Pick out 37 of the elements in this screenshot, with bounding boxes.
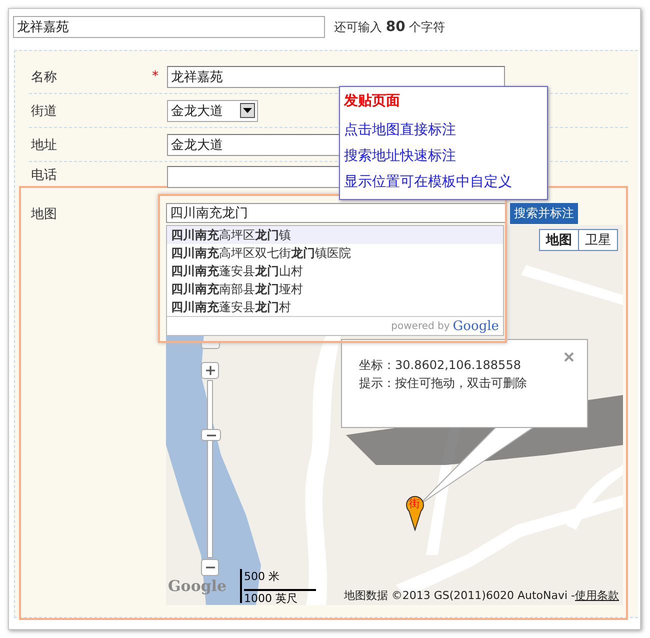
map-attribution: 地图数据 ©2013 GS(2011)6020 AutoNavi - <box>344 588 575 603</box>
field-label: 名称 <box>30 68 58 86</box>
title-field[interactable]: 龙祥嘉苑 <box>13 16 325 38</box>
plus-icon <box>206 366 214 375</box>
close-icon[interactable] <box>564 352 574 362</box>
minus-icon <box>206 566 214 569</box>
field-label: 街道 <box>30 102 58 120</box>
zoom-out-button[interactable] <box>201 559 219 576</box>
char-counter: 还可输入 80 个字符 <box>334 18 446 36</box>
zoom-in-button[interactable] <box>201 362 219 379</box>
powered-by-label: powered by <box>391 320 450 332</box>
field-label: 地址 <box>30 136 58 154</box>
field-label: 电话 <box>30 167 58 184</box>
required-mark: * <box>152 69 158 84</box>
zoom-slider-thumb[interactable] <box>201 429 221 441</box>
info-label: 坐标： <box>359 358 395 372</box>
info-value: 按住可拖动，双击可删除 <box>395 376 527 390</box>
grip-icon <box>206 434 216 436</box>
help-link[interactable]: 显示位置可在模板中自定义 <box>344 169 512 195</box>
info-label: 提示： <box>359 376 395 390</box>
search-button[interactable]: 搜索并标注 <box>510 203 578 224</box>
suggestion-item[interactable]: 四川南充高坪区双七街龙门镇医院 <box>167 244 503 262</box>
google-logo: Google <box>452 318 499 334</box>
suggestion-item[interactable]: 四川南充高坪区龙门镇 <box>167 226 503 244</box>
scale-label: 500 米 <box>244 569 280 584</box>
scale-label: 1000 英尺 <box>244 589 316 605</box>
info-value: 30.8602,106.188558 <box>395 358 521 372</box>
terms-link[interactable]: 使用条款 <box>575 588 619 603</box>
popup-title: 发贴页面 <box>344 92 400 111</box>
suggestion-item[interactable]: 四川南充蓬安县龙门山村 <box>167 262 503 280</box>
suggestion-item[interactable]: 四川南充南部县龙门垭村 <box>167 280 503 298</box>
suggestion-item[interactable]: 四川南充蓬安县龙门村 <box>167 298 503 316</box>
zoom-slider[interactable] <box>201 380 221 558</box>
street-dropdown[interactable]: 金龙大道 <box>167 100 258 122</box>
field-label: 地图 <box>31 206 58 221</box>
search-field[interactable]: 四川南充龙门 <box>166 203 507 223</box>
text-field[interactable]: 龙祥嘉苑 <box>167 66 505 88</box>
